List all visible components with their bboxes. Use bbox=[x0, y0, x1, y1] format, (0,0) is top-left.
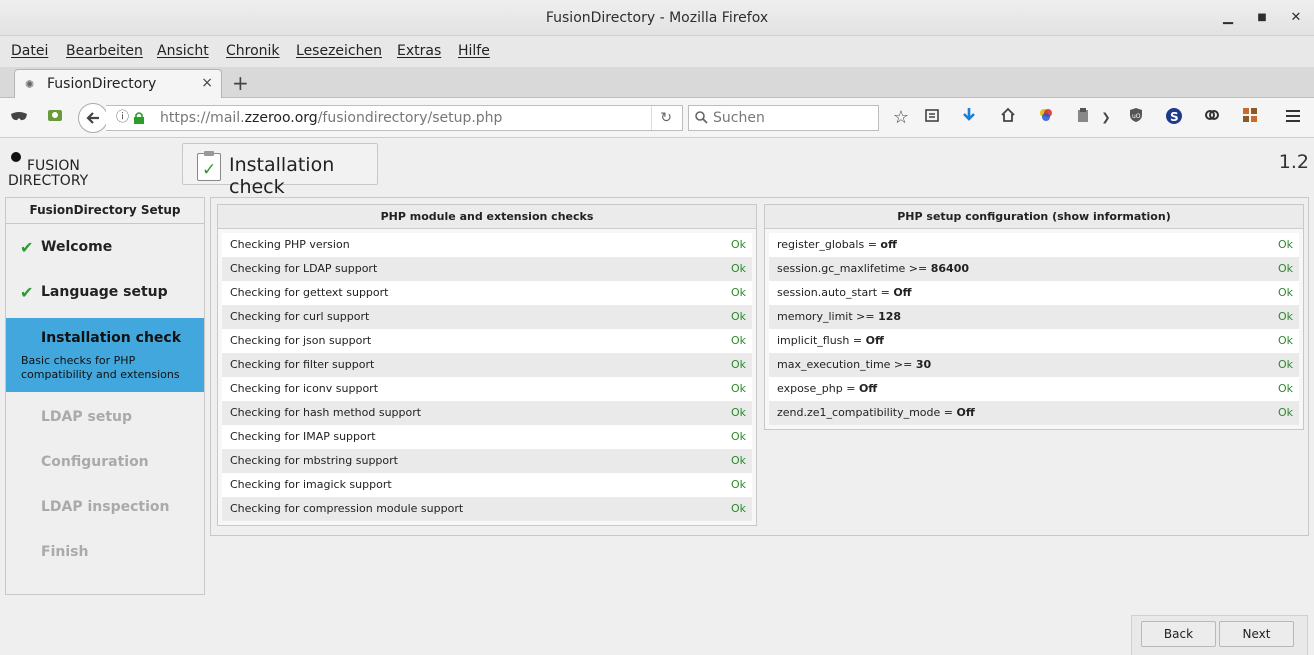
maximize-icon[interactable]: ■ bbox=[1247, 0, 1277, 36]
menu-chronik[interactable]: Chronik bbox=[226, 43, 280, 59]
sidebar-step-finish: Finish bbox=[41, 544, 89, 560]
sidebar-header: FusionDirectory Setup bbox=[6, 198, 204, 224]
config-row: zend.ze1_compatibility_mode = Off Ok bbox=[769, 401, 1299, 425]
window-title: FusionDirectory - Mozilla Firefox bbox=[545, 10, 769, 26]
check-row: Checking for IMAP support Ok bbox=[222, 425, 752, 449]
sidebar-step-ldap-inspection: LDAP inspection bbox=[41, 499, 170, 515]
logo-dot-icon bbox=[11, 152, 21, 162]
svg-text:uO: uO bbox=[1132, 113, 1141, 120]
page-title-box: ✓ Installation check bbox=[182, 143, 378, 198]
chain-icon[interactable] bbox=[1201, 107, 1223, 129]
tab-title: FusionDirectory bbox=[47, 76, 157, 92]
mask-icon[interactable] bbox=[8, 107, 30, 129]
url-text: https://mail.zzeroo.org/fusiondirectory/… bbox=[160, 110, 503, 126]
clipboard-icon[interactable] bbox=[1072, 107, 1094, 129]
url-bar[interactable]: ⓘ https://mail.zzeroo.org/fusiondirector… bbox=[106, 105, 683, 131]
reading-list-icon[interactable] bbox=[921, 107, 943, 129]
reload-icon[interactable]: ↻ bbox=[651, 106, 672, 130]
step-description: Basic checks for PHP compatibility and e… bbox=[21, 354, 180, 381]
colors-icon[interactable] bbox=[1035, 107, 1057, 129]
menu-lesezeichen[interactable]: Lesezeichen bbox=[296, 43, 382, 59]
check-row: Checking for compression module support O… bbox=[222, 497, 752, 521]
favicon-icon: ✺ bbox=[25, 78, 35, 91]
config-row: implicit_flush = Off Ok bbox=[769, 329, 1299, 353]
search-field[interactable]: Suchen bbox=[688, 105, 879, 131]
sidebar-step-ldap-setup: LDAP setup bbox=[41, 409, 133, 425]
menu-datei[interactable]: Datei bbox=[11, 43, 48, 59]
check-row: Checking PHP version Ok bbox=[222, 233, 752, 257]
lock-icon[interactable] bbox=[134, 106, 144, 132]
back-button-footer[interactable]: Back bbox=[1141, 621, 1216, 647]
config-row: expose_php = Off Ok bbox=[769, 377, 1299, 401]
php-module-checks-list: Checking PHP version Ok Checking for LDAP… bbox=[218, 229, 756, 525]
search-icon bbox=[695, 106, 708, 133]
checkmark-icon: ✔ bbox=[20, 238, 34, 257]
checklist-icon: ✓ bbox=[197, 151, 221, 181]
back-button[interactable] bbox=[78, 103, 108, 133]
menu-bar: Datei Bearbeiten Ansicht Chronik Lesezei… bbox=[0, 36, 1314, 67]
next-button[interactable]: Next bbox=[1219, 621, 1294, 647]
close-window-icon[interactable]: ✕ bbox=[1281, 0, 1311, 36]
home-icon[interactable] bbox=[997, 107, 1019, 129]
php-setup-config-list: register_globals = off Ok session.gc_maxl… bbox=[765, 229, 1303, 429]
grid-icon[interactable] bbox=[1239, 107, 1261, 129]
download-icon[interactable] bbox=[958, 107, 980, 129]
ublock-icon[interactable]: uO bbox=[1125, 107, 1147, 129]
check-row: Checking for gettext support Ok bbox=[222, 281, 752, 305]
check-row: Checking for filter support Ok bbox=[222, 353, 752, 377]
config-row: session.auto_start = Off Ok bbox=[769, 281, 1299, 305]
extension-icon[interactable] bbox=[44, 107, 66, 129]
setup-sidebar: FusionDirectory Setup ✔ Welcome ✔ Langua… bbox=[5, 197, 205, 595]
php-setup-config-title[interactable]: PHP setup configuration (show informatio… bbox=[765, 205, 1303, 229]
tab-fusiondirectory[interactable]: ✺ FusionDirectory × bbox=[14, 69, 222, 99]
minimize-icon[interactable]: ▁ bbox=[1213, 0, 1243, 36]
check-row: Checking for LDAP support Ok bbox=[222, 257, 752, 281]
window-titlebar: FusionDirectory - Mozilla Firefox ▁ ■ ✕ bbox=[0, 0, 1314, 36]
check-row: Checking for mbstring support Ok bbox=[222, 449, 752, 473]
tab-strip: ✺ FusionDirectory × + bbox=[0, 67, 1314, 99]
sidebar-step-configuration: Configuration bbox=[41, 454, 149, 470]
config-row: memory_limit >= 128 Ok bbox=[769, 305, 1299, 329]
config-row: max_execution_time >= 30 Ok bbox=[769, 353, 1299, 377]
sidebar-step-language-setup[interactable]: ✔ Language setup bbox=[6, 270, 204, 315]
tab-close-icon[interactable]: × bbox=[201, 75, 213, 91]
version-label: 1.2 bbox=[1278, 151, 1309, 173]
php-setup-config-panel: PHP setup configuration (show informatio… bbox=[764, 204, 1304, 430]
s-icon[interactable]: S bbox=[1163, 107, 1185, 129]
check-row: Checking for json support Ok bbox=[222, 329, 752, 353]
checkmark-icon: ✔ bbox=[20, 283, 34, 302]
check-row: Checking for iconv support Ok bbox=[222, 377, 752, 401]
bookmark-star-icon[interactable]: ☆ bbox=[890, 107, 912, 129]
hamburger-menu-icon[interactable] bbox=[1282, 107, 1304, 129]
php-module-checks-panel: PHP module and extension checks Checking… bbox=[217, 204, 757, 526]
new-tab-icon[interactable]: + bbox=[232, 71, 249, 95]
php-module-checks-title: PHP module and extension checks bbox=[218, 205, 756, 229]
page-content: FUSION DIRECTORY ✓ Installation check 1.… bbox=[0, 139, 1314, 655]
dropdown-icon[interactable]: ❯ bbox=[1095, 107, 1117, 129]
sidebar-step-installation-check[interactable]: Installation check Basic checks for PHP … bbox=[6, 318, 204, 392]
menu-bearbeiten[interactable]: Bearbeiten bbox=[66, 43, 143, 59]
check-row: Checking for imagick support Ok bbox=[222, 473, 752, 497]
fusiondirectory-logo: FUSION DIRECTORY bbox=[7, 147, 97, 189]
search-placeholder: Suchen bbox=[713, 110, 765, 126]
main-panel: PHP module and extension checks Checking… bbox=[210, 197, 1309, 536]
navigation-bar: ⓘ https://mail.zzeroo.org/fusiondirector… bbox=[0, 98, 1314, 138]
check-row: Checking for hash method support Ok bbox=[222, 401, 752, 425]
config-row: register_globals = off Ok bbox=[769, 233, 1299, 257]
info-icon[interactable]: ⓘ bbox=[116, 106, 129, 130]
svg-text:S: S bbox=[1170, 110, 1179, 124]
config-row: session.gc_maxlifetime >= 86400 Ok bbox=[769, 257, 1299, 281]
menu-extras[interactable]: Extras bbox=[397, 43, 441, 59]
check-row: Checking for curl support Ok bbox=[222, 305, 752, 329]
menu-ansicht[interactable]: Ansicht bbox=[157, 43, 209, 59]
menu-hilfe[interactable]: Hilfe bbox=[458, 43, 490, 59]
sidebar-step-welcome[interactable]: ✔ Welcome bbox=[6, 225, 204, 270]
page-title: Installation check bbox=[229, 154, 335, 198]
